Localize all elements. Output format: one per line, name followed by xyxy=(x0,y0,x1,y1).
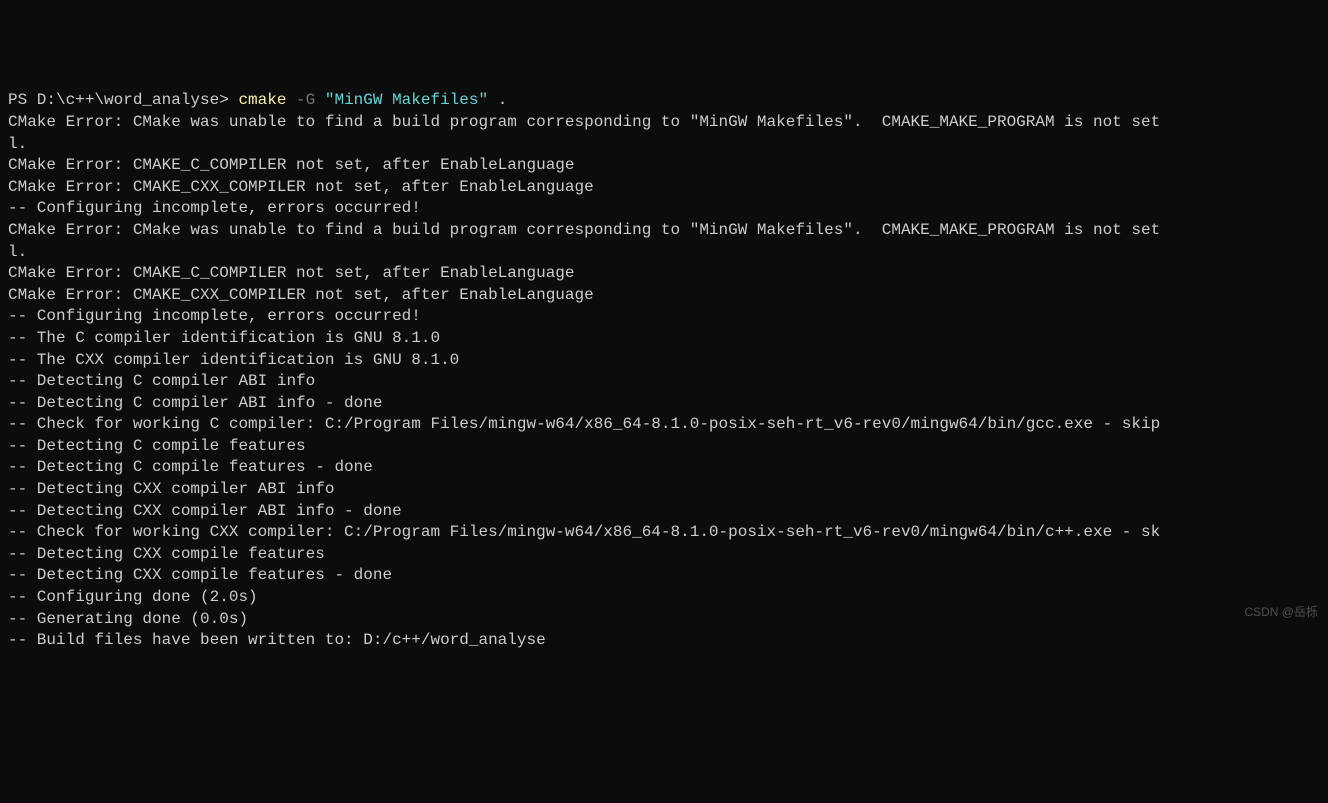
output-line: -- Check for working CXX compiler: C:/Pr… xyxy=(8,522,1320,544)
output-line: CMake Error: CMAKE_CXX_COMPILER not set,… xyxy=(8,285,1320,307)
output-line: -- Build files have been written to: D:/… xyxy=(8,630,1320,652)
output-line: -- Detecting C compile features xyxy=(8,436,1320,458)
output-line: CMake Error: CMAKE_CXX_COMPILER not set,… xyxy=(8,177,1320,199)
output-line: l. xyxy=(8,134,1320,156)
output-line: CMake Error: CMAKE_C_COMPILER not set, a… xyxy=(8,155,1320,177)
output-line: -- Generating done (0.0s) xyxy=(8,609,1320,631)
command-flag: -G xyxy=(286,91,324,109)
output-line: -- Detecting C compiler ABI info - done xyxy=(8,393,1320,415)
command-arg: "MinGW Makefiles" xyxy=(325,91,488,109)
watermark-text: CSDN @岳栎 xyxy=(1244,604,1318,620)
output-line: -- Configuring incomplete, errors occurr… xyxy=(8,306,1320,328)
prompt-path: PS D:\c++\word_analyse> xyxy=(8,91,238,109)
output-line: -- Configuring done (2.0s) xyxy=(8,587,1320,609)
command-dot: . xyxy=(488,91,507,109)
output-line: CMake Error: CMAKE_C_COMPILER not set, a… xyxy=(8,263,1320,285)
output-line: -- Configuring incomplete, errors occurr… xyxy=(8,198,1320,220)
output-line: -- Check for working C compiler: C:/Prog… xyxy=(8,414,1320,436)
output-line: -- Detecting C compiler ABI info xyxy=(8,371,1320,393)
output-line: -- The C compiler identification is GNU … xyxy=(8,328,1320,350)
output-line: -- Detecting C compile features - done xyxy=(8,457,1320,479)
output-line: -- The CXX compiler identification is GN… xyxy=(8,350,1320,372)
output-line: -- Detecting CXX compile features xyxy=(8,544,1320,566)
output-line: -- Detecting CXX compile features - done xyxy=(8,565,1320,587)
output-line: -- Detecting CXX compiler ABI info xyxy=(8,479,1320,501)
terminal-output[interactable]: PS D:\c++\word_analyse> cmake -G "MinGW … xyxy=(8,90,1320,651)
command-name: cmake xyxy=(238,91,286,109)
output-line: -- Detecting CXX compiler ABI info - don… xyxy=(8,501,1320,523)
output-line: CMake Error: CMake was unable to find a … xyxy=(8,220,1320,242)
output-line: CMake Error: CMake was unable to find a … xyxy=(8,112,1320,134)
prompt-line: PS D:\c++\word_analyse> cmake -G "MinGW … xyxy=(8,90,1320,112)
output-line: l. xyxy=(8,242,1320,264)
